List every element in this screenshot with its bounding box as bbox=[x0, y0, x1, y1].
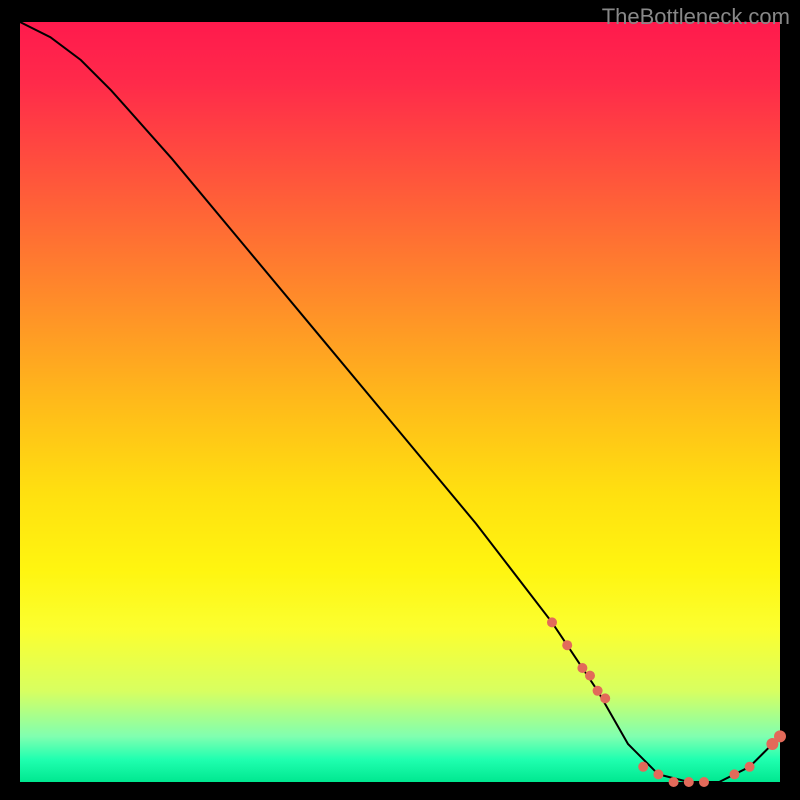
data-point bbox=[729, 769, 739, 779]
data-points-group bbox=[547, 617, 786, 787]
data-point bbox=[669, 777, 679, 787]
data-point bbox=[699, 777, 709, 787]
watermark-text: TheBottleneck.com bbox=[602, 4, 790, 30]
data-point bbox=[774, 730, 786, 742]
data-point bbox=[562, 640, 572, 650]
chart-plot-area bbox=[20, 22, 780, 782]
data-point bbox=[600, 693, 610, 703]
data-point bbox=[745, 762, 755, 772]
data-point bbox=[585, 671, 595, 681]
data-point bbox=[547, 617, 557, 627]
bottleneck-curve bbox=[20, 22, 780, 782]
data-point bbox=[653, 769, 663, 779]
data-point bbox=[593, 686, 603, 696]
chart-svg bbox=[20, 22, 780, 782]
data-point bbox=[577, 663, 587, 673]
data-point bbox=[638, 762, 648, 772]
data-point bbox=[684, 777, 694, 787]
